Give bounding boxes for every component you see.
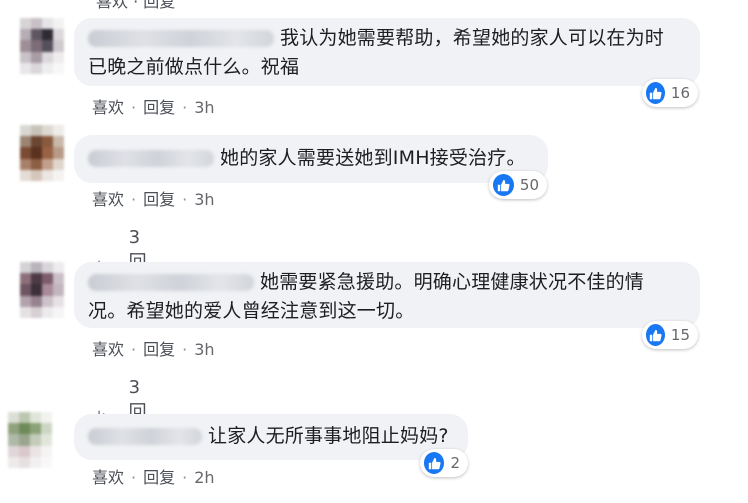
thumbs-up-icon bbox=[493, 174, 514, 196]
timestamp[interactable]: 3h bbox=[194, 98, 214, 117]
comment-bubble: 让家人无所事事地阻止妈妈? bbox=[74, 414, 468, 460]
commenter-name-blurred[interactable] bbox=[88, 428, 202, 445]
like-count: 15 bbox=[670, 326, 690, 344]
timestamp[interactable]: 3h bbox=[194, 190, 214, 209]
like-count: 2 bbox=[450, 454, 460, 472]
like-button[interactable]: 喜欢 bbox=[92, 98, 124, 117]
comment-bubble: 她的家人需要送她到IMH接受治疗。 bbox=[74, 135, 548, 183]
thumbs-up-icon bbox=[646, 324, 665, 346]
thumbs-up-icon bbox=[424, 452, 445, 474]
timestamp[interactable]: 2h bbox=[194, 468, 214, 487]
reaction-count[interactable]: 2 bbox=[420, 449, 468, 477]
reaction-count[interactable]: 15 bbox=[642, 321, 698, 349]
like-button[interactable]: 喜欢 bbox=[92, 468, 124, 487]
like-button[interactable]: 喜欢 bbox=[92, 190, 124, 209]
comment-bubble: 我认为她需要帮助，希望她的家人可以在为时 已晚之前做点什么。祝福 bbox=[74, 18, 700, 86]
commenter-name-blurred[interactable] bbox=[88, 150, 214, 167]
avatar[interactable] bbox=[20, 18, 64, 74]
comment-text-line: 况。希望她的爱人曾经注意到这一切。 bbox=[88, 300, 415, 322]
comment-text-line: 我认为她需要帮助，希望她的家人可以在为时 bbox=[280, 27, 665, 49]
like-count: 16 bbox=[670, 84, 690, 102]
like-button[interactable]: 喜欢 bbox=[92, 340, 124, 359]
reply-button[interactable]: 回复 bbox=[143, 190, 175, 209]
comment-actions: 喜欢 · 回复 · 3h bbox=[92, 340, 215, 359]
timestamp[interactable]: 3h bbox=[194, 340, 214, 359]
comment-text-line: 让家人无所事事地阻止妈妈? bbox=[208, 425, 449, 447]
reply-button[interactable]: 回复 bbox=[143, 468, 175, 487]
avatar[interactable] bbox=[20, 125, 64, 181]
commenter-name-blurred[interactable] bbox=[88, 274, 254, 291]
comment-text-line: 她需要紧急援助。明确心理健康状况不佳的情 bbox=[260, 271, 645, 293]
comment-actions: 喜欢 · 回复 · 2h bbox=[92, 468, 215, 487]
comment-bubble: 她需要紧急援助。明确心理健康状况不佳的情 况。希望她的爱人曾经注意到这一切。 bbox=[74, 262, 700, 328]
comment-text-line: 她的家人需要送她到IMH接受治疗。 bbox=[220, 147, 526, 169]
like-count: 50 bbox=[519, 176, 539, 194]
comment-actions: 喜欢 · 回复 · 3h bbox=[92, 98, 215, 117]
reaction-count[interactable]: 50 bbox=[489, 171, 547, 199]
reply-button[interactable]: 回复 bbox=[143, 340, 175, 359]
avatar[interactable] bbox=[8, 412, 52, 468]
commenter-name-blurred[interactable] bbox=[88, 30, 274, 47]
thumbs-up-icon bbox=[646, 82, 665, 104]
reaction-count[interactable]: 16 bbox=[642, 79, 698, 107]
avatar[interactable] bbox=[20, 262, 64, 318]
comment-actions: 喜欢 · 回复 · 3h bbox=[92, 190, 215, 209]
previous-comment-actions-fragment: 喜欢 · 回复 bbox=[96, 0, 176, 11]
reply-button[interactable]: 回复 bbox=[143, 98, 175, 117]
comment-text-line: 已晚之前做点什么。祝福 bbox=[88, 56, 300, 78]
